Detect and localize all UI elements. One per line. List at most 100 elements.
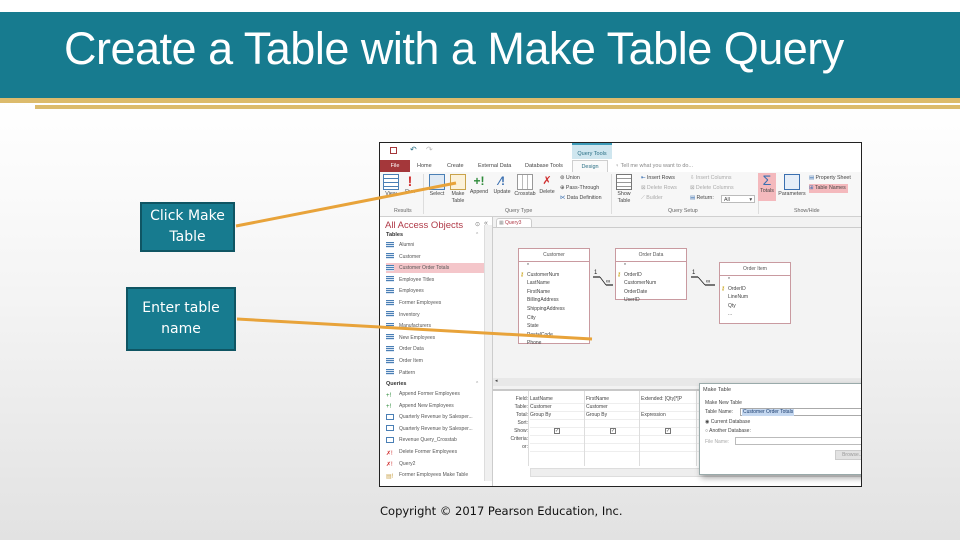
delete-columns-button[interactable]: ⊠ Delete Columns (690, 184, 734, 193)
nav-query-item[interactable]: Quarterly Revenue by Salesper... (386, 424, 484, 434)
section-collapse-icon[interactable]: ⌃ (475, 381, 479, 387)
grid-cell-table[interactable]: Customer (530, 403, 552, 411)
update-button[interactable]: ⁄! Update (491, 174, 513, 196)
make-table-button[interactable]: Make Table (449, 174, 467, 205)
select-query-icon (386, 425, 394, 432)
grid-cell-total[interactable]: Group By (530, 411, 551, 419)
nav-query-item[interactable]: Revenue Query_Crosstab (386, 435, 484, 445)
nav-table-item[interactable]: New Employees (386, 333, 484, 343)
copyright-notice: Copyright © 2017 Pearson Education, Inc. (380, 504, 623, 518)
grid-column-divider (584, 391, 585, 466)
return-dropdown[interactable]: All ▾ (721, 195, 755, 203)
nav-query-item[interactable]: Quarterly Revenue by Salesper... (386, 412, 484, 422)
nav-table-item[interactable]: Inventory (386, 310, 484, 320)
nav-table-item[interactable]: Employee Titles (386, 275, 484, 285)
datasheet-view-icon (383, 174, 399, 190)
undo-icon[interactable]: ↶ (410, 145, 417, 154)
nav-query-item[interactable]: ✗! Delete Former Employees (386, 447, 484, 457)
select-query-icon (429, 174, 445, 190)
tab-create[interactable]: Create (447, 160, 464, 172)
show-checkbox[interactable]: ✓ (554, 428, 560, 434)
nav-pane-title[interactable]: All Access Objects (385, 220, 463, 231)
nav-table-item[interactable]: Employees (386, 286, 484, 296)
callout-click-make-table: Click Make Table (140, 202, 235, 252)
redo-icon[interactable]: ↷ (426, 145, 433, 154)
totals-button[interactable]: Σ Totals (758, 173, 776, 201)
table-names-button[interactable]: ⊞ Table Names (809, 184, 848, 193)
nav-table-item[interactable]: Alumni (386, 240, 484, 250)
nav-table-item[interactable]: Order Item (386, 356, 484, 366)
tell-me-box[interactable]: ♀ Tell me what you want to do... (615, 160, 693, 172)
radio-another-database[interactable]: ○ Another Database: (705, 428, 751, 434)
grid-cell-field[interactable]: Extended: [Qty]*[P (641, 395, 682, 403)
nav-table-item[interactable]: Order Data (386, 344, 484, 354)
grid-cell-field[interactable]: LastName (530, 395, 553, 403)
tab-database-tools[interactable]: Database Tools (525, 160, 563, 172)
crosstab-button[interactable]: Crosstab (514, 174, 536, 198)
nav-query-item[interactable]: ▤! Former Employees Make Table (386, 470, 484, 480)
show-checkbox[interactable]: ✓ (610, 428, 616, 434)
delete-query-button[interactable]: ✗ Delete (537, 174, 557, 196)
scroll-left-icon[interactable]: ◂ (495, 378, 498, 384)
nav-query-item[interactable]: ✗! Query2 (386, 459, 484, 469)
quick-access-toolbar: ↶ ↷ Query Tools (380, 143, 861, 160)
slide-title: Create a Table with a Make Table Query (64, 23, 844, 74)
insert-columns-button[interactable]: ⇩ Insert Columns (690, 174, 732, 183)
sigma-icon: Σ (762, 172, 772, 188)
show-checkbox[interactable]: ✓ (665, 428, 671, 434)
view-button[interactable]: View (383, 174, 399, 198)
nav-scrollbar[interactable] (484, 225, 492, 481)
radio-current-database[interactable]: ◉ Current Database (705, 419, 750, 425)
group-label-make-new-table: Make New Table (705, 400, 742, 406)
nav-table-item[interactable]: Pattern (386, 368, 484, 378)
delete-rows-button[interactable]: ⊠ Delete Rows (641, 184, 677, 193)
nav-section-queries[interactable]: Queries (386, 381, 406, 387)
property-sheet-button[interactable]: ▤ Property Sheet (809, 174, 851, 183)
select-query-button[interactable]: Select (428, 174, 446, 198)
group-label-query-type: Query Type (505, 208, 533, 214)
nav-table-item[interactable]: Manufacturers (386, 321, 484, 331)
file-name-input[interactable] (735, 437, 861, 445)
browse-button[interactable]: Browse... (835, 450, 861, 460)
nav-section-tables[interactable]: Tables (386, 232, 403, 238)
grid-row-label: Field: (515, 396, 528, 402)
append-query-icon: +! (386, 404, 392, 411)
tab-home[interactable]: Home (417, 160, 432, 172)
grid-cell-total[interactable]: Group By (586, 411, 607, 419)
grid-cell-table[interactable]: Customer (586, 403, 608, 411)
insert-rows-button[interactable]: ⇤ Insert Rows (641, 174, 675, 183)
grid-column-divider (639, 391, 640, 466)
table-icon (386, 369, 394, 376)
builder-button[interactable]: ⟋ Builder (641, 194, 663, 203)
append-button[interactable]: +! Append (469, 174, 489, 196)
document-tab-query3[interactable]: ▦ Query3 (496, 218, 532, 227)
nav-table-item[interactable]: Customer Order Totals (386, 263, 484, 274)
show-table-button[interactable]: Show Table (615, 174, 633, 205)
make-table-icon (450, 174, 466, 190)
nav-query-item[interactable]: +! Append Former Employees (386, 389, 484, 399)
tab-external-data[interactable]: External Data (478, 160, 511, 172)
pass-through-button[interactable]: ⊕ Pass-Through (560, 184, 599, 193)
grid-column-divider (528, 391, 529, 466)
dialog-title: Make Table (703, 387, 732, 393)
grid-cell-field[interactable]: FirstName (586, 395, 609, 403)
nav-options-icon[interactable]: ⊙ (475, 221, 480, 228)
data-definition-button[interactable]: ⋉ Data Definition (560, 194, 602, 203)
group-label-query-setup: Query Setup (668, 208, 698, 214)
run-button[interactable]: ! Run (402, 174, 418, 196)
nav-table-item[interactable]: Customer (386, 252, 484, 262)
table-name-combobox[interactable]: Customer Order Totals ⌄ (740, 408, 861, 416)
tab-file[interactable]: File (380, 160, 410, 172)
table-icon (386, 334, 394, 341)
section-collapse-icon[interactable]: ⌃ (475, 232, 479, 238)
grid-cell-total[interactable]: Expression (641, 411, 666, 419)
navigation-pane: All Access Objects ⊙ « Tables ⌃ Alumni Cu… (380, 217, 493, 486)
table-icon (386, 357, 394, 364)
make-table-dialog: Make Table ? ✕ Make New Table Table Name… (699, 383, 861, 475)
save-icon[interactable] (390, 147, 397, 154)
union-button[interactable]: ⊚ Union (560, 174, 580, 183)
nav-table-item[interactable]: Former Employees (386, 298, 484, 308)
many-side-label: ∞ (706, 279, 710, 285)
parameters-button[interactable]: Parameters (778, 174, 806, 198)
nav-query-item[interactable]: +! Append New Employees (386, 401, 484, 411)
